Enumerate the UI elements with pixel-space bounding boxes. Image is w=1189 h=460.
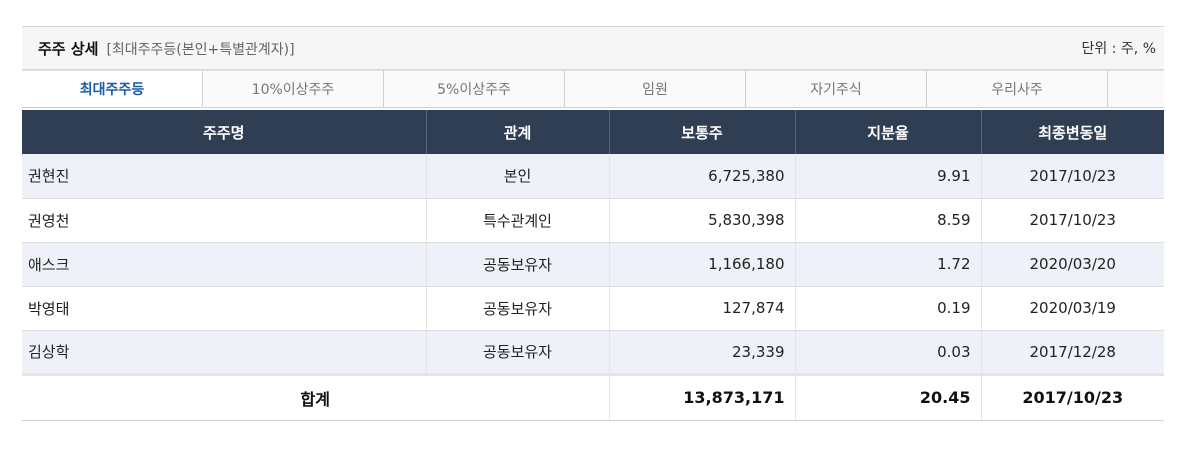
total-label: 합계: [22, 372, 610, 421]
panel-header: 주주 상세 [최대주주등(본인+특별관계자)] 단위 : 주, %: [22, 26, 1164, 70]
cell-date: 2017/10/23: [981, 154, 1164, 199]
cell-relation: 본인: [426, 154, 610, 199]
tab-bar: 최대주주등 10%이상주주 5%이상주주 임원 자기주식 우리사주: [22, 70, 1164, 108]
total-ratio: 20.45: [795, 372, 982, 421]
cell-name: 김상학: [22, 330, 427, 375]
cell-ratio: 0.03: [795, 330, 982, 375]
table-row: 박영태 공동보유자 127,874 0.19 2020/03/19: [22, 286, 1164, 331]
col-header-relation: 관계: [426, 110, 610, 154]
table-row: 애스크 공동보유자 1,166,180 1.72 2020/03/20: [22, 242, 1164, 287]
table-total-row: 합계 13,873,171 20.45 2017/10/23: [22, 372, 1164, 421]
cell-relation: 공동보유자: [426, 242, 610, 287]
tab-filler: [1108, 70, 1164, 107]
cell-shares: 23,339: [609, 330, 796, 375]
cell-shares: 1,166,180: [609, 242, 796, 287]
cell-relation: 공동보유자: [426, 286, 610, 331]
cell-date: 2020/03/19: [981, 286, 1164, 331]
tab-5pct-shareholders[interactable]: 5%이상주주: [384, 70, 565, 107]
table-row: 김상학 공동보유자 23,339 0.03 2017/12/28: [22, 330, 1164, 375]
cell-shares: 127,874: [609, 286, 796, 331]
tab-employee-stock[interactable]: 우리사주: [927, 70, 1108, 107]
col-header-ratio: 지분율: [795, 110, 982, 154]
cell-name: 권현진: [22, 154, 427, 199]
cell-date: 2017/10/23: [981, 198, 1164, 243]
tab-treasury-stock[interactable]: 자기주식: [746, 70, 927, 107]
panel-title: 주주 상세: [38, 39, 99, 58]
cell-name: 애스크: [22, 242, 427, 287]
shareholder-table: 주주명 관계 보통주 지분율 최종변동일 권현진 본인 6,725,380 9.…: [22, 110, 1164, 421]
cell-shares: 5,830,398: [609, 198, 796, 243]
cell-name: 권영천: [22, 198, 427, 243]
shareholder-detail-panel: 주주 상세 [최대주주등(본인+특별관계자)] 단위 : 주, % 최대주주등 …: [22, 26, 1164, 421]
cell-ratio: 9.91: [795, 154, 982, 199]
panel-subtitle: [최대주주등(본인+특별관계자)]: [106, 41, 295, 58]
cell-name: 박영태: [22, 286, 427, 331]
cell-relation: 공동보유자: [426, 330, 610, 375]
col-header-last-change-date: 최종변동일: [981, 110, 1164, 154]
total-date: 2017/10/23: [981, 372, 1164, 421]
tab-executives[interactable]: 임원: [565, 70, 746, 107]
cell-date: 2017/12/28: [981, 330, 1164, 375]
table-row: 권영천 특수관계인 5,830,398 8.59 2017/10/23: [22, 198, 1164, 243]
header-left: 주주 상세 [최대주주등(본인+특별관계자)]: [38, 38, 295, 59]
cell-ratio: 1.72: [795, 242, 982, 287]
col-header-name: 주주명: [22, 110, 427, 154]
cell-date: 2020/03/20: [981, 242, 1164, 287]
table-header-row: 주주명 관계 보통주 지분율 최종변동일: [22, 110, 1164, 154]
cell-ratio: 0.19: [795, 286, 982, 331]
tab-largest-shareholders[interactable]: 최대주주등: [22, 70, 203, 107]
tab-10pct-shareholders[interactable]: 10%이상주주: [203, 70, 384, 107]
col-header-common-shares: 보통주: [609, 110, 796, 154]
table-row: 권현진 본인 6,725,380 9.91 2017/10/23: [22, 154, 1164, 199]
cell-shares: 6,725,380: [609, 154, 796, 199]
unit-label: 단위 : 주, %: [1081, 41, 1156, 57]
total-shares: 13,873,171: [609, 372, 796, 421]
cell-ratio: 8.59: [795, 198, 982, 243]
cell-relation: 특수관계인: [426, 198, 610, 243]
